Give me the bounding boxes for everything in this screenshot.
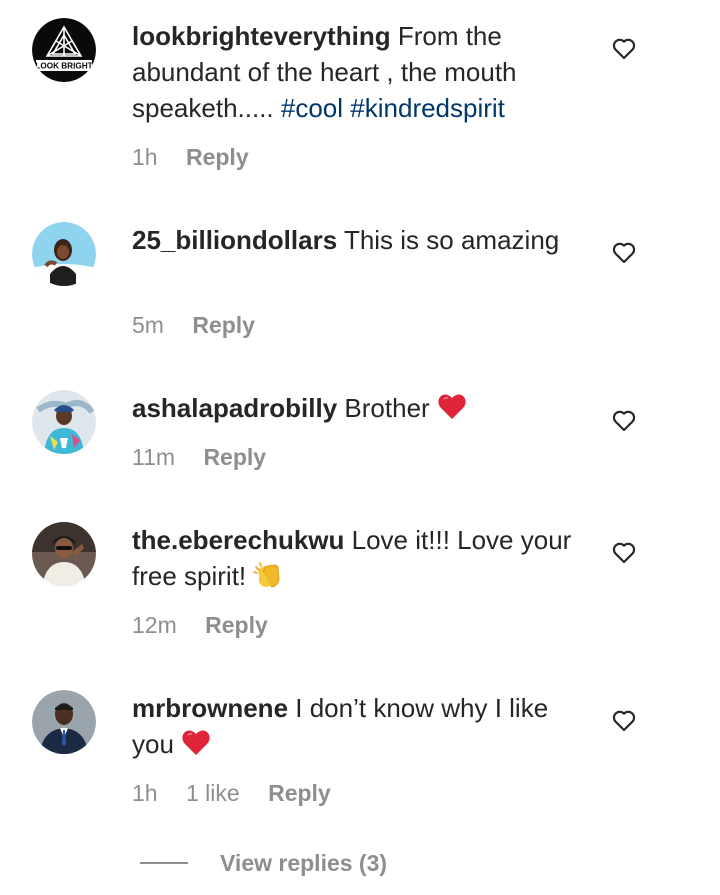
reply-button[interactable]: Reply <box>186 143 249 171</box>
comment-timestamp: 1h <box>132 780 158 806</box>
like-heart-icon[interactable] <box>611 239 637 265</box>
comment-timestamp: 12m <box>132 612 177 638</box>
reply-button[interactable]: Reply <box>192 311 255 339</box>
divider <box>140 862 188 864</box>
comment-username[interactable]: ashalapadrobilly <box>132 393 337 423</box>
red-heart-emoji <box>181 729 211 757</box>
svg-text:LOOK BRIGHT: LOOK BRIGHT <box>35 62 92 71</box>
like-heart-icon[interactable] <box>611 707 637 733</box>
comment-meta: 12m Reply <box>132 611 268 639</box>
hashtag-link[interactable]: #cool <box>281 93 343 123</box>
comment-timestamp: 1h <box>132 144 158 170</box>
comment-timestamp: 5m <box>132 312 164 338</box>
reply-button[interactable]: Reply <box>203 443 266 471</box>
comment-body: 25_billiondollars This is so amazing <box>132 222 572 258</box>
clapping-hands-emoji <box>253 561 283 589</box>
comment-username[interactable]: lookbrighteverything <box>132 21 391 51</box>
comment-username[interactable]: 25_billiondollars <box>132 225 337 255</box>
avatar[interactable] <box>32 222 96 286</box>
comment-body: lookbrighteverything From the abundant o… <box>132 18 572 126</box>
comment-username[interactable]: the.eberechukwu <box>132 525 344 555</box>
comment-text: This is so amazing <box>343 225 560 255</box>
reply-button[interactable]: Reply <box>205 611 268 639</box>
avatar[interactable]: LOOK BRIGHT <box>32 18 96 82</box>
comment-body: ashalapadrobilly Brother <box>132 390 572 426</box>
avatar[interactable] <box>32 522 96 586</box>
like-heart-icon[interactable] <box>611 407 637 433</box>
view-replies-label: View replies (3) <box>220 850 388 876</box>
hashtag-link[interactable]: #kindredspirit <box>350 93 505 123</box>
comment-body: mrbrownene I don’t know why I like you <box>132 690 572 762</box>
reply-button[interactable]: Reply <box>268 779 331 807</box>
red-heart-emoji <box>437 393 467 421</box>
comment-username[interactable]: mrbrownene <box>132 693 288 723</box>
comment-meta: 1h Reply <box>132 143 249 171</box>
like-heart-icon[interactable] <box>611 35 637 61</box>
avatar[interactable] <box>32 390 96 454</box>
comment-body: the.eberechukwu Love it!!! Love your fre… <box>132 522 572 594</box>
comment-timestamp: 11m <box>132 444 176 470</box>
comment-text: Brother <box>344 393 430 423</box>
comment-like-count[interactable]: 1 like <box>186 779 240 807</box>
avatar[interactable] <box>32 690 96 754</box>
comment-meta: 5m Reply <box>132 311 255 339</box>
like-heart-icon[interactable] <box>611 539 637 565</box>
comment-meta: 11m Reply <box>132 443 266 471</box>
comment-meta: 1h 1 like Reply <box>132 779 331 807</box>
